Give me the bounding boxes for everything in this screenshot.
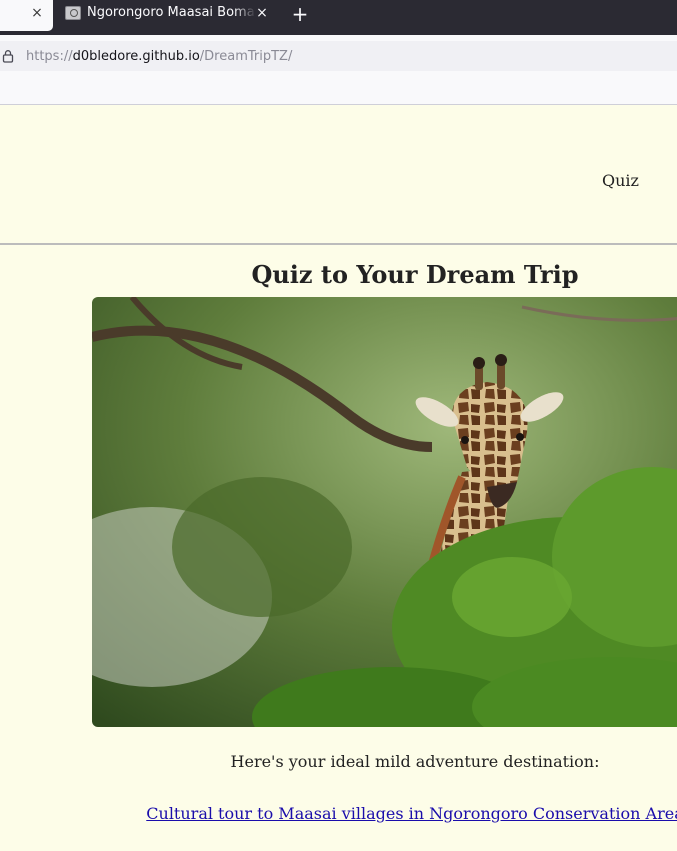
- new-tab-icon[interactable]: +: [290, 4, 310, 24]
- tab-strip: × Ngorongoro Maasai Boma Cultural Tour ×…: [0, 0, 677, 35]
- tab-maasai-boma[interactable]: Ngorongoro Maasai Boma Cultural Tour ×: [62, 0, 276, 28]
- navigation-toolbar: [0, 35, 677, 105]
- site-header: Quiz: [0, 105, 677, 245]
- close-icon[interactable]: ×: [255, 6, 269, 20]
- result-intro: Here's your ideal mild adventure destina…: [230, 752, 600, 771]
- close-icon[interactable]: ×: [30, 6, 44, 20]
- lock-icon[interactable]: [1, 49, 15, 63]
- url-text[interactable]: https://d0bledore.github.io/DreamTripTZ/: [26, 48, 292, 66]
- page-title: Quiz to Your Dream Trip: [251, 260, 579, 289]
- result-destination-link[interactable]: Cultural tour to Maasai villages in Ngor…: [146, 804, 677, 823]
- nav-quiz-link[interactable]: Quiz: [602, 171, 639, 190]
- hero-image-giraffe: [92, 297, 677, 727]
- favicon-icon: [65, 6, 81, 20]
- tab-title: Ngorongoro Maasai Boma Cultural Tour: [87, 5, 255, 20]
- tab-active[interactable]: ×: [0, 0, 53, 31]
